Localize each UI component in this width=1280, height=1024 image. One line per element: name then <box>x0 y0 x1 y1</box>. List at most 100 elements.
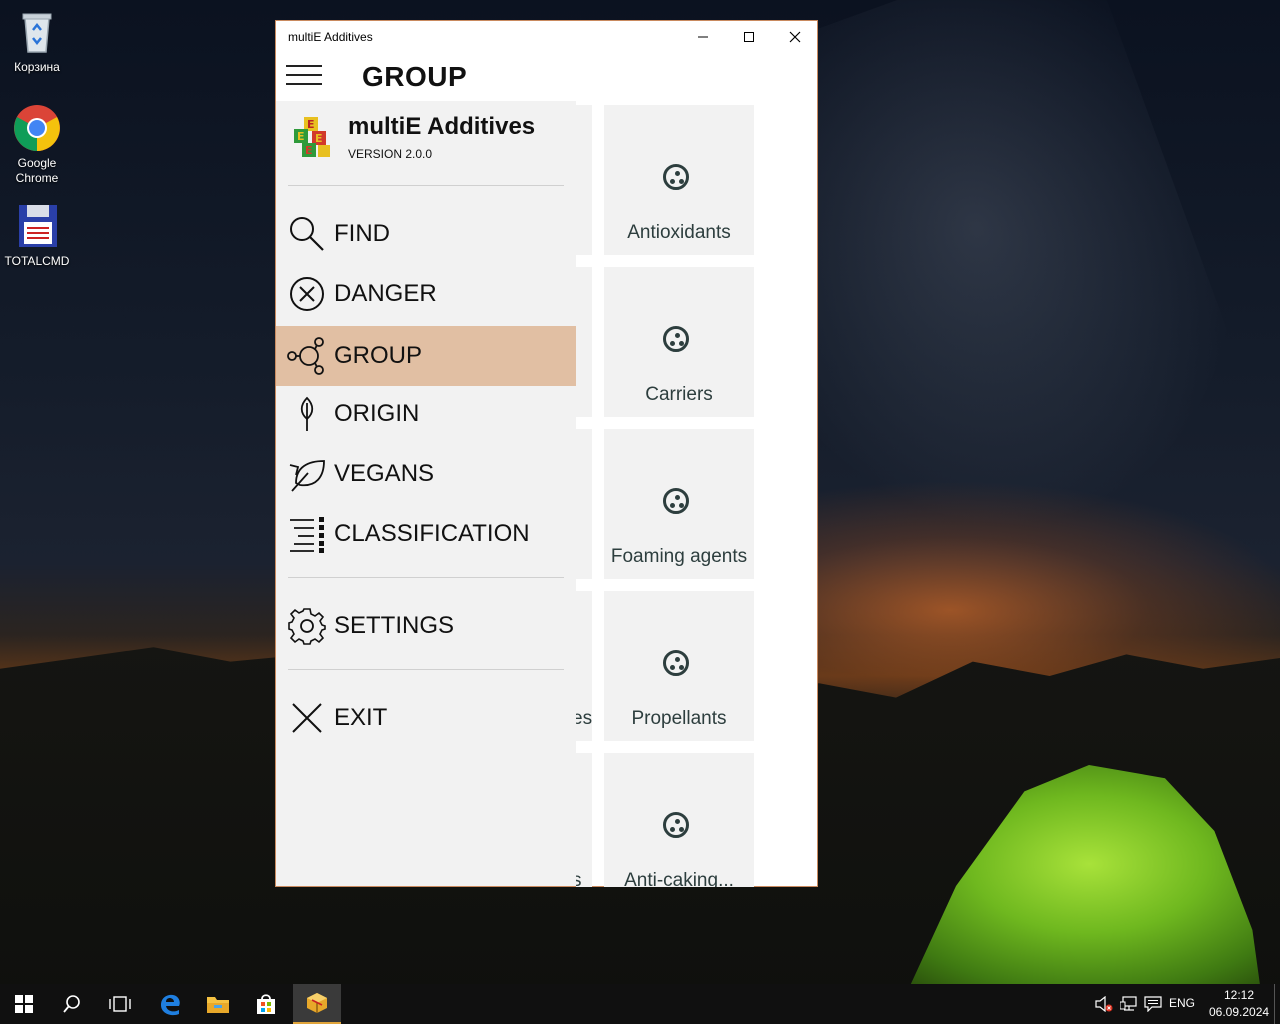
volume-muted-icon <box>1095 996 1113 1012</box>
taskbar-explorer-button[interactable] <box>194 984 242 1024</box>
app-version: VERSION 2.0.0 <box>348 147 433 161</box>
leaf-icon <box>287 454 327 494</box>
svg-text:E: E <box>307 118 315 131</box>
nav-item-label: SETTINGS <box>334 612 455 639</box>
volume-muted-button[interactable] <box>1090 984 1118 1024</box>
close-button[interactable] <box>772 21 818 53</box>
store-icon <box>257 994 275 1014</box>
search-button[interactable] <box>48 984 96 1024</box>
nav-item-label: FIND <box>334 220 390 247</box>
desktop-icon-label: TOTALCMD <box>4 254 70 268</box>
taskbar-edge-button[interactable] <box>146 984 194 1024</box>
group-tile-partial[interactable]: s <box>576 753 592 887</box>
group-dots-icon <box>663 326 689 352</box>
nav-item-classification[interactable]: CLASSIFICATION <box>276 504 576 564</box>
nav-item-group[interactable]: GROUP <box>276 326 576 386</box>
group-dots-icon <box>663 650 689 676</box>
group-tile-propellants[interactable]: Propellants <box>604 591 754 741</box>
group-icon <box>287 336 327 376</box>
tile-label: Antioxidants <box>627 222 731 243</box>
window-title: multiE Additives <box>288 30 373 44</box>
desktop-icon-chrome[interactable]: Google Chrome <box>1 104 73 186</box>
hamburger-icon-line <box>286 74 322 76</box>
multie-app-icon <box>307 993 327 1013</box>
hamburger-icon-line <box>286 83 322 85</box>
task-view-button[interactable] <box>96 984 144 1024</box>
minimize-button[interactable] <box>680 21 726 53</box>
folder-icon <box>207 997 229 1013</box>
tile-label: Propellants <box>631 708 727 729</box>
desktop-icon-label: Google Chrome <box>15 156 59 185</box>
page-title: GROUP <box>362 61 468 92</box>
desktop-icon-totalcmd[interactable]: TOTALCMD <box>1 202 73 269</box>
classification-icon <box>287 514 327 554</box>
maximize-icon <box>744 32 754 42</box>
svg-text:E: E <box>315 132 323 145</box>
group-tile-partial[interactable] <box>576 267 592 417</box>
close-icon <box>287 698 327 738</box>
minimize-icon <box>698 36 708 38</box>
nav-item-label: GROUP <box>334 342 423 369</box>
nav-item-exit[interactable]: EXIT <box>276 688 576 748</box>
clock-date[interactable]: 06.09.2024 <box>1209 1005 1269 1019</box>
close-icon <box>789 31 801 43</box>
group-tile-carriers[interactable]: Carriers <box>604 267 754 417</box>
group-tile-partial[interactable] <box>576 429 592 579</box>
nav-item-origin[interactable]: ORIGIN <box>276 384 576 444</box>
nav-item-danger[interactable]: DANGER <box>276 264 576 324</box>
group-tile-foaming-agents[interactable]: Foaming agents <box>604 429 754 579</box>
show-desktop-button[interactable] <box>1274 984 1275 1024</box>
network-button[interactable] <box>1116 984 1142 1024</box>
app-header: GROUP <box>276 53 817 101</box>
group-tile-partial[interactable] <box>576 105 592 255</box>
clock-time[interactable]: 12:12 <box>1224 988 1254 1002</box>
navigation-pane: E E E E multiE Additives VERSION 2.0.0 F… <box>276 101 576 886</box>
hamburger-menu-button[interactable] <box>286 65 322 89</box>
group-tile-partial[interactable]: es <box>576 591 592 741</box>
tile-label: Foaming agents <box>610 546 748 567</box>
origin-icon <box>287 394 327 434</box>
chrome-icon <box>13 104 61 152</box>
group-tile-anti-caking[interactable]: Anti-caking... <box>604 753 754 887</box>
group-tile-antioxidants[interactable]: Antioxidants <box>604 105 754 255</box>
tile-label-fragment: es <box>576 708 592 729</box>
taskbar-store-button[interactable] <box>242 984 290 1024</box>
app-brand: E E E E multiE Additives VERSION 2.0.0 <box>288 113 568 173</box>
nav-divider <box>288 577 564 578</box>
hamburger-icon <box>286 65 322 67</box>
search-icon <box>63 995 80 1013</box>
start-button[interactable] <box>0 984 48 1024</box>
nav-divider <box>288 185 564 186</box>
group-dots-icon <box>663 488 689 514</box>
tile-label: Anti-caking... <box>624 870 734 887</box>
nav-item-label: CLASSIFICATION <box>334 520 530 547</box>
desktop-icon-label: Корзина <box>14 60 60 74</box>
title-bar[interactable]: multiE Additives <box>276 21 817 53</box>
recycle-bin-icon <box>13 8 61 56</box>
multie-logo-icon: E E E E <box>290 115 334 161</box>
nav-item-label: EXIT <box>334 704 388 731</box>
nav-item-find[interactable]: FIND <box>276 204 576 264</box>
action-center-button[interactable] <box>1140 984 1166 1024</box>
nav-item-vegans[interactable]: VEGANS <box>276 444 576 504</box>
maximize-button[interactable] <box>726 21 772 53</box>
windows-logo-icon <box>15 995 33 1013</box>
task-view-icon <box>109 996 131 1012</box>
language-indicator[interactable]: ENG <box>1169 996 1195 1010</box>
taskbar-multie-button[interactable] <box>293 984 341 1024</box>
app-name: multiE Additives <box>348 113 536 140</box>
floppy-disk-icon <box>13 202 61 250</box>
tile-label-fragment: s <box>576 870 582 887</box>
nav-item-settings[interactable]: SETTINGS <box>276 596 576 656</box>
taskbar: ENG 12:12 06.09.2024 <box>0 984 1280 1024</box>
group-dots-icon <box>663 812 689 838</box>
message-icon <box>1144 996 1162 1012</box>
nav-item-label: ORIGIN <box>334 400 420 427</box>
nav-divider <box>288 669 564 670</box>
nav-item-label: DANGER <box>334 280 437 307</box>
edge-icon <box>161 994 180 1016</box>
svg-text:E: E <box>297 130 305 143</box>
network-icon <box>1120 996 1137 1011</box>
search-icon <box>287 214 327 254</box>
desktop-icon-recycle-bin[interactable]: Корзина <box>1 8 73 75</box>
